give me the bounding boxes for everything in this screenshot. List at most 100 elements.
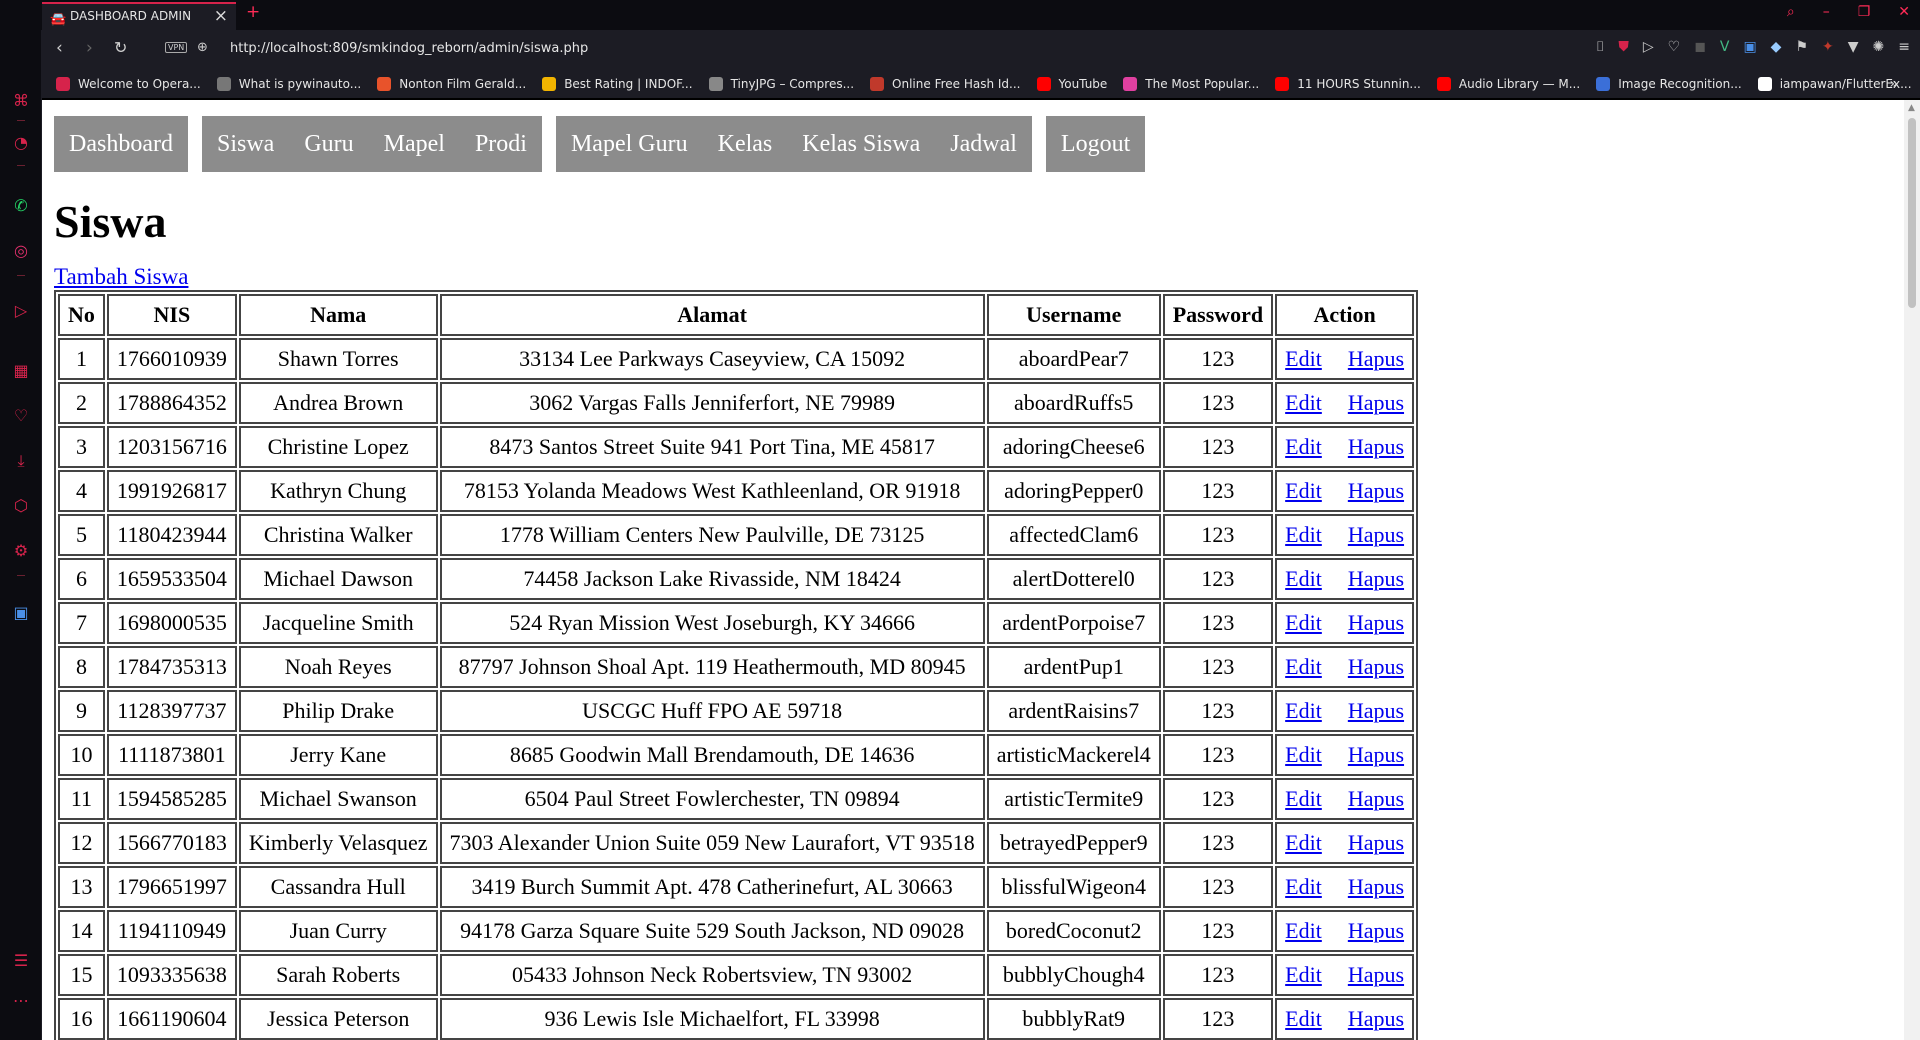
bookmark-item[interactable]: Audio Library — M... — [1436, 77, 1580, 91]
add-student-link[interactable]: Tambah Siswa — [54, 264, 1892, 290]
reload-icon[interactable]: ↻ — [114, 38, 127, 57]
extension-icon[interactable]: ◼ — [1694, 39, 1706, 55]
play-icon[interactable]: ▷ — [1643, 39, 1654, 55]
nav-link-siswa[interactable]: Siswa — [217, 131, 274, 158]
browser-tab[interactable]: 🚘 DASHBOARD ADMIN × — [42, 2, 236, 30]
delete-link[interactable]: Hapus — [1348, 434, 1404, 459]
heart-icon[interactable]: ♡ — [1668, 39, 1681, 55]
menu-icon[interactable]: ≡ — [1898, 39, 1910, 55]
diamond-icon[interactable]: ◆ — [1771, 39, 1782, 55]
nav-link-guru[interactable]: Guru — [304, 131, 353, 158]
delete-link[interactable]: Hapus — [1348, 874, 1404, 899]
edit-link[interactable]: Edit — [1285, 918, 1322, 943]
edit-link[interactable]: Edit — [1285, 522, 1322, 547]
scroll-thumb[interactable] — [1908, 118, 1916, 308]
close-window-icon[interactable]: ✕ — [1898, 4, 1910, 20]
delete-link[interactable]: Hapus — [1348, 522, 1404, 547]
nav-link-jadwal[interactable]: Jadwal — [950, 131, 1017, 158]
edit-link[interactable]: Edit — [1285, 346, 1322, 371]
bookmark-item[interactable]: Image Recognition... — [1596, 77, 1742, 91]
delete-link[interactable]: Hapus — [1348, 698, 1404, 723]
edit-link[interactable]: Edit — [1285, 478, 1322, 503]
camera-icon[interactable]: ⌷ — [1596, 39, 1604, 55]
edit-link[interactable]: Edit — [1285, 698, 1322, 723]
nav-link-mapel-guru[interactable]: Mapel Guru — [571, 131, 688, 158]
minimize-icon[interactable]: – — [1823, 4, 1830, 20]
delete-link[interactable]: Hapus — [1348, 918, 1404, 943]
page-scrollbar[interactable]: ▲ — [1904, 100, 1920, 1040]
delete-link[interactable]: Hapus — [1348, 1006, 1404, 1031]
bookmark-item[interactable]: TinyJPG – Compres... — [708, 77, 854, 91]
flag-icon[interactable]: ⚑ — [1795, 39, 1808, 55]
vuetify-icon[interactable]: ▼ — [1848, 39, 1859, 55]
apps-grid-icon[interactable]: ▦ — [10, 360, 32, 382]
delete-link[interactable]: Hapus — [1348, 566, 1404, 591]
download-icon[interactable]: ⤓ — [10, 450, 32, 472]
delete-link[interactable]: Hapus — [1348, 390, 1404, 415]
delete-link[interactable]: Hapus — [1348, 610, 1404, 635]
react-icon[interactable]: ✺ — [1873, 39, 1885, 55]
edit-link[interactable]: Edit — [1285, 390, 1322, 415]
bookmark-item[interactable]: YouTube — [1036, 77, 1107, 91]
bookmark-item[interactable]: Welcome to Opera... — [56, 77, 201, 91]
nav-link-kelas-siswa[interactable]: Kelas Siswa — [802, 131, 920, 158]
heart-icon[interactable]: ♡ — [10, 405, 32, 427]
bookmark-item[interactable]: Best Rating | INDOF... — [542, 77, 693, 91]
nav-link-kelas[interactable]: Kelas — [718, 131, 773, 158]
vpn-badge[interactable]: VPN — [165, 42, 188, 53]
bookmark-item[interactable]: Nonton Film Gerald... — [377, 77, 526, 91]
delete-link[interactable]: Hapus — [1348, 962, 1404, 987]
nav-link-dashboard[interactable]: Dashboard — [69, 131, 173, 158]
edit-link[interactable]: Edit — [1285, 742, 1322, 767]
bookmark-item[interactable]: What is pywinauto... — [216, 77, 361, 91]
restore-icon[interactable]: ❐ — [1858, 4, 1871, 20]
delete-link[interactable]: Hapus — [1348, 654, 1404, 679]
edit-link[interactable]: Edit — [1285, 962, 1322, 987]
edit-link[interactable]: Edit — [1285, 654, 1322, 679]
edit-link[interactable]: Edit — [1285, 610, 1322, 635]
new-tab-icon[interactable]: + — [246, 2, 260, 22]
instagram-icon[interactable]: ◎ — [10, 240, 32, 262]
delete-link[interactable]: Hapus — [1348, 830, 1404, 855]
edit-link[interactable]: Edit — [1285, 786, 1322, 811]
edit-link[interactable]: Edit — [1285, 874, 1322, 899]
bookmark-item[interactable]: 11 HOURS Stunnin... — [1275, 77, 1421, 91]
edit-link[interactable]: Edit — [1285, 830, 1322, 855]
send-icon[interactable]: ▷ — [10, 300, 32, 322]
vue-icon[interactable]: V — [1720, 39, 1730, 55]
settings-icon[interactable]: ⚙ — [10, 540, 32, 562]
bookmarks-bar: Welcome to Opera... What is pywinauto... N… — [42, 70, 1920, 98]
table-cell: bubblyChough4 — [986, 954, 1161, 996]
sidebar-panel-icon[interactable]: ☰ — [10, 950, 32, 972]
nav-link-logout[interactable]: Logout — [1061, 131, 1130, 158]
cube-icon[interactable]: ⬡ — [10, 495, 32, 517]
speed-dial-icon[interactable]: ◔ — [10, 132, 32, 154]
nav-link-prodi[interactable]: Prodi — [475, 131, 527, 158]
delete-link[interactable]: Hapus — [1348, 346, 1404, 371]
bookmark-item[interactable]: Online Free Hash Id... — [870, 77, 1021, 91]
more-icon[interactable]: ⋯ — [10, 990, 32, 1012]
back-icon[interactable]: ‹ — [56, 38, 63, 58]
translate-icon[interactable]: ▣ — [1743, 39, 1756, 55]
delete-link[interactable]: Hapus — [1348, 478, 1404, 503]
edit-link[interactable]: Edit — [1285, 434, 1322, 459]
close-tab-icon[interactable]: × — [214, 4, 228, 29]
bookmark-label: Nonton Film Gerald... — [399, 77, 527, 91]
bookmark-label: Online Free Hash Id... — [892, 77, 1021, 91]
gamepad-icon[interactable]: ⌘ — [10, 90, 32, 112]
url-field[interactable]: http://localhost:809/smkindog_reborn/adm… — [230, 41, 588, 56]
more-bookmarks-icon[interactable]: » — [1889, 76, 1898, 92]
bookmark-item[interactable]: The Most Popular... — [1123, 77, 1259, 91]
delete-link[interactable]: Hapus — [1348, 742, 1404, 767]
translate-icon[interactable]: ▣ — [10, 602, 32, 624]
edit-link[interactable]: Edit — [1285, 1006, 1322, 1031]
edit-link[interactable]: Edit — [1285, 566, 1322, 591]
forward-icon[interactable]: › — [86, 38, 93, 58]
adblock-icon[interactable]: ⛊ — [1618, 39, 1629, 55]
delete-link[interactable]: Hapus — [1348, 786, 1404, 811]
whatsapp-icon[interactable]: ✆ — [10, 195, 32, 217]
search-tabs-icon[interactable]: ⌕ — [1787, 4, 1795, 20]
bird-icon[interactable]: ✦ — [1822, 39, 1834, 55]
nav-link-mapel[interactable]: Mapel — [384, 131, 445, 158]
scroll-up-icon[interactable]: ▲ — [1908, 103, 1915, 113]
